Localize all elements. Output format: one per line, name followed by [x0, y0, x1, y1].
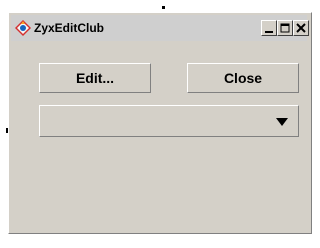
close-button[interactable]: Close: [187, 63, 299, 93]
edit-button[interactable]: Edit...: [39, 63, 151, 93]
dialog-content: Edit... Close: [11, 43, 307, 231]
minimize-button[interactable]: [261, 20, 277, 36]
close-icon: [296, 23, 306, 33]
close-window-button[interactable]: [293, 20, 309, 36]
maximize-icon: [280, 23, 290, 33]
window-title: ZyxEditClub: [34, 21, 105, 35]
club-combo[interactable]: [39, 105, 299, 137]
resize-marker-top: [162, 6, 165, 9]
minimize-icon: [265, 31, 273, 33]
chevron-down-icon[interactable]: [276, 118, 288, 126]
app-window: ZyxEditClub Edit... Close: [8, 12, 312, 234]
titlebar: ZyxEditClub: [11, 15, 309, 41]
screenshot-frame: ZyxEditClub Edit... Close: [0, 0, 320, 248]
java-icon: [14, 19, 32, 37]
maximize-button[interactable]: [277, 20, 293, 36]
